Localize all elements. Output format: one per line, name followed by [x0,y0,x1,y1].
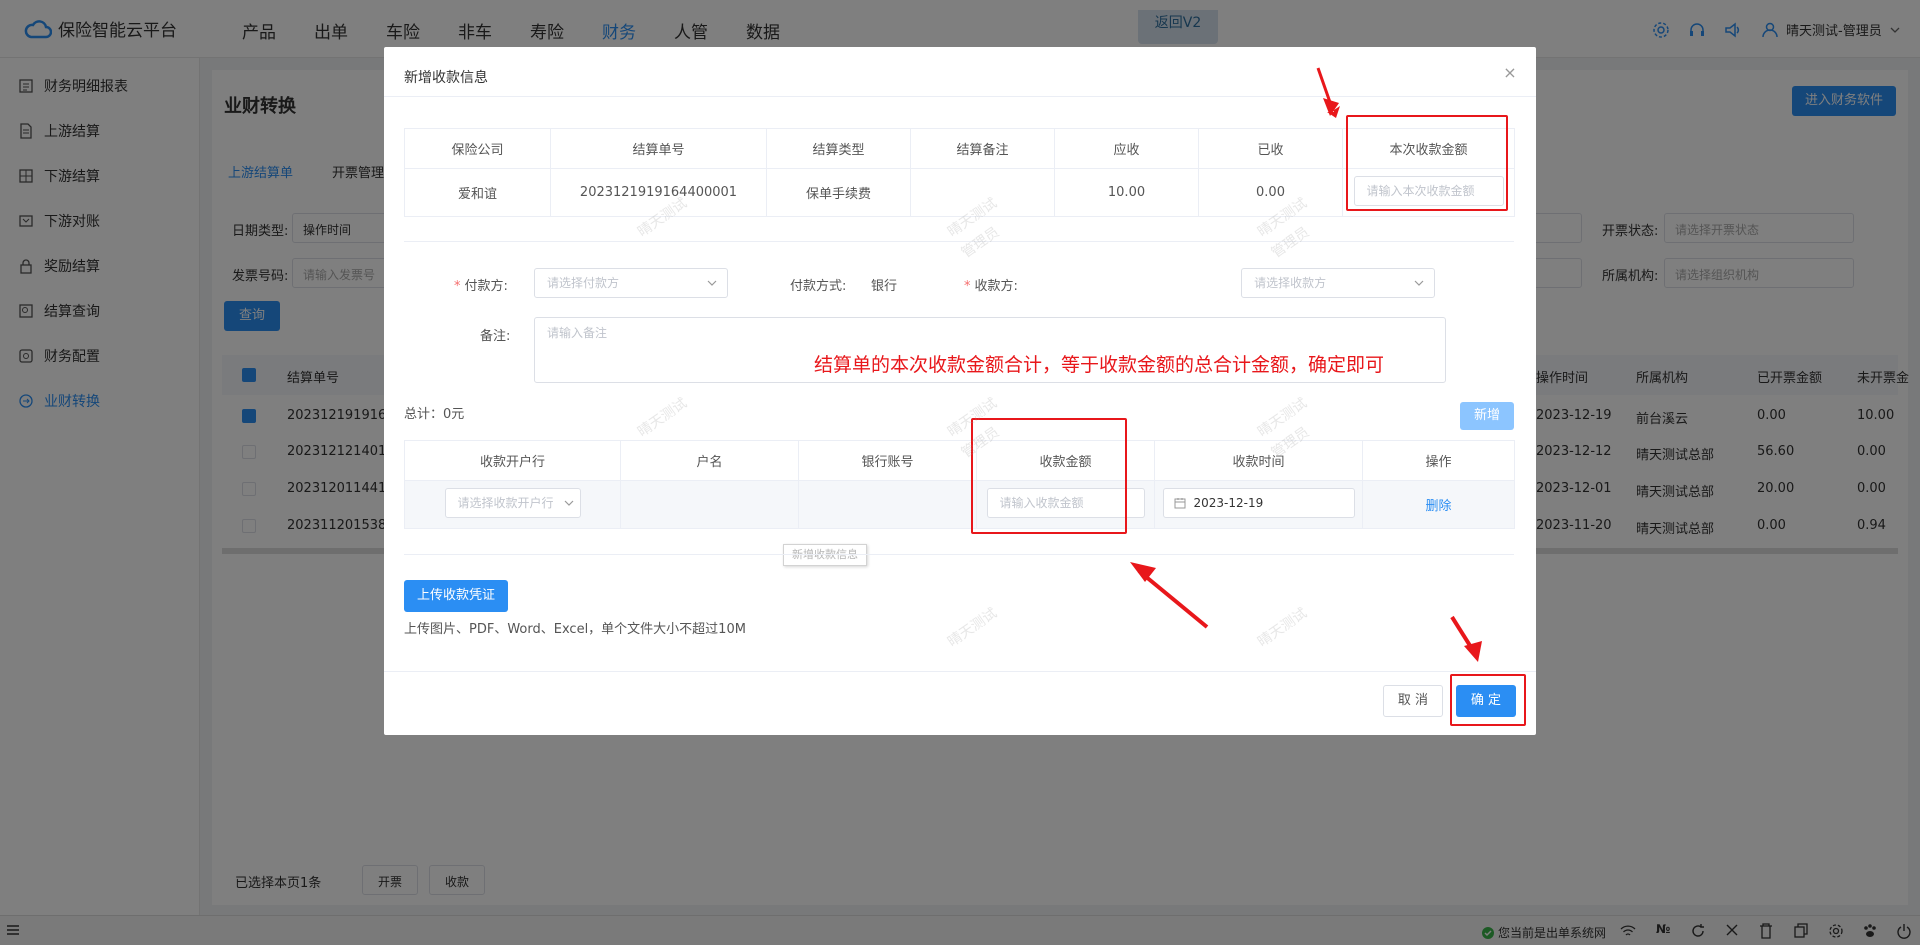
arrow-icon [1130,562,1156,582]
annotation-arrows [1130,67,1482,662]
arrow-icon [1464,641,1482,662]
arrow-icon [1137,569,1209,629]
